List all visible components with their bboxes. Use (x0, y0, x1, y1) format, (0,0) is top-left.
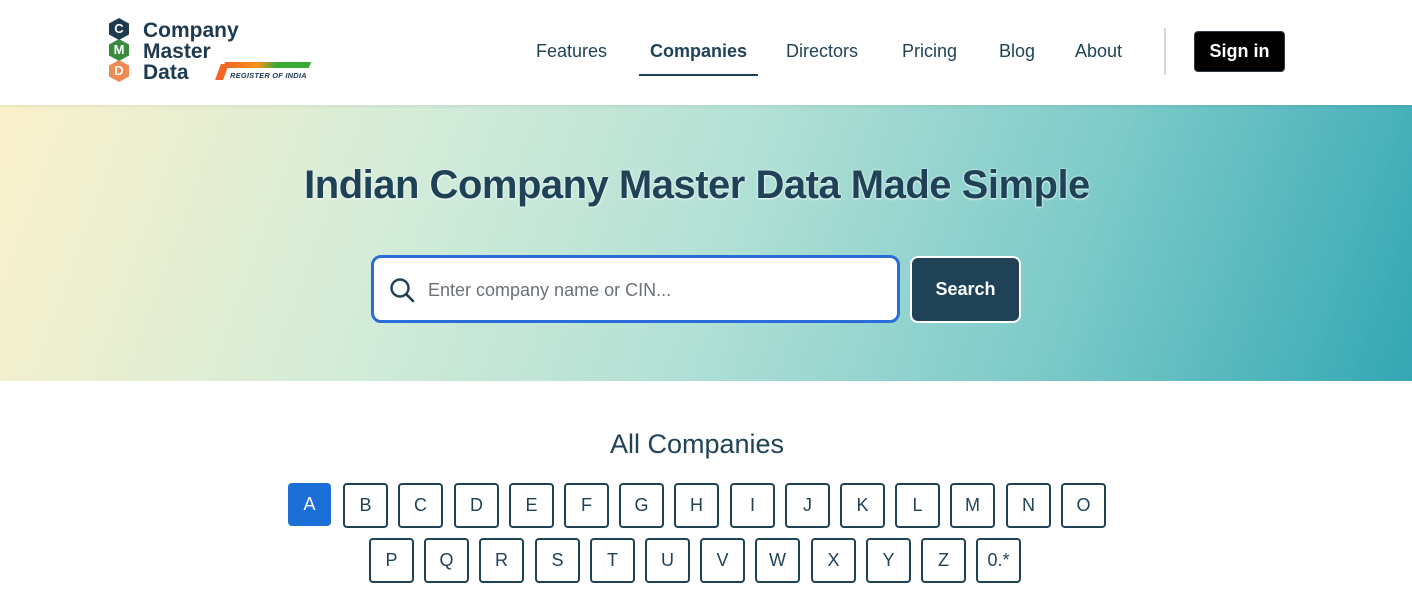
letter-filter-p[interactable]: P (369, 538, 414, 583)
letter-filter-v[interactable]: V (700, 538, 745, 583)
search-button[interactable]: Search (910, 256, 1021, 323)
letter-filter-y[interactable]: Y (866, 538, 911, 583)
logo-badge-c: C (108, 18, 130, 40)
nav-item-features[interactable]: Features (536, 28, 607, 76)
sign-in-button[interactable]: Sign in (1194, 31, 1285, 72)
site-header: C M D Company Master Data REGISTER OF IN… (0, 0, 1412, 105)
letter-filter-q[interactable]: Q (424, 538, 469, 583)
letter-filter-s[interactable]: S (535, 538, 580, 583)
letter-filter-f[interactable]: F (564, 483, 609, 528)
logo-badge-d: D (108, 60, 130, 82)
letter-filter-0[interactable]: 0.* (976, 538, 1021, 583)
letter-filter-u[interactable]: U (645, 538, 690, 583)
all-companies-title: All Companies (609, 429, 785, 459)
letter-filter-c[interactable]: C (398, 483, 443, 528)
letter-filter-r[interactable]: R (479, 538, 524, 583)
letter-filter-m[interactable]: M (950, 483, 995, 528)
letter-filter-t[interactable]: T (590, 538, 635, 583)
nav-item-about[interactable]: About (1075, 28, 1122, 76)
search-icon (388, 276, 416, 304)
logo-badge-d-letter: D (114, 63, 124, 78)
letter-filter-g[interactable]: G (619, 483, 664, 528)
search-input[interactable] (428, 272, 888, 308)
letter-filter-a[interactable]: A (288, 483, 331, 526)
letter-filter-i[interactable]: I (730, 483, 775, 528)
letter-filter-j[interactable]: J (785, 483, 830, 528)
letter-filter-l[interactable]: L (895, 483, 940, 528)
letter-filter-e[interactable]: E (509, 483, 554, 528)
logo-flag-stripe (215, 64, 229, 80)
letter-filter-d[interactable]: D (454, 483, 499, 528)
hero-banner: Indian Company Master Data Made Simple S… (0, 105, 1412, 381)
logo-badge-m: M (108, 39, 130, 61)
logo-flag: REGISTER OF INDIA (215, 62, 312, 82)
letter-filter-k[interactable]: K (840, 483, 885, 528)
letter-filter-b[interactable]: B (343, 483, 388, 528)
logo-text-master: Master (143, 40, 211, 63)
letter-filter-z[interactable]: Z (921, 538, 966, 583)
hero-title: Indian Company Master Data Made Simple (304, 163, 1090, 207)
logo-badge-c-letter: C (114, 21, 124, 36)
logo-tagline: REGISTER OF INDIA (230, 71, 307, 80)
nav-divider (1164, 28, 1166, 75)
brand-logo[interactable]: C M D Company Master Data REGISTER OF IN… (108, 18, 318, 88)
logo-text-data: Data (143, 61, 189, 84)
letter-filter-o[interactable]: O (1061, 483, 1106, 528)
nav-item-companies[interactable]: Companies (639, 28, 758, 76)
letter-filter-n[interactable]: N (1006, 483, 1051, 528)
nav-item-blog[interactable]: Blog (999, 28, 1035, 76)
letter-filter-x[interactable]: X (811, 538, 856, 583)
logo-badge-m-letter: M (113, 42, 125, 57)
nav-item-directors[interactable]: Directors (786, 28, 858, 76)
logo-flag-band (222, 62, 312, 68)
nav-item-pricing[interactable]: Pricing (902, 28, 957, 76)
search-box[interactable] (371, 255, 900, 323)
letter-filter-w[interactable]: W (755, 538, 800, 583)
letter-filter-h[interactable]: H (674, 483, 719, 528)
logo-text-company: Company (143, 19, 239, 42)
